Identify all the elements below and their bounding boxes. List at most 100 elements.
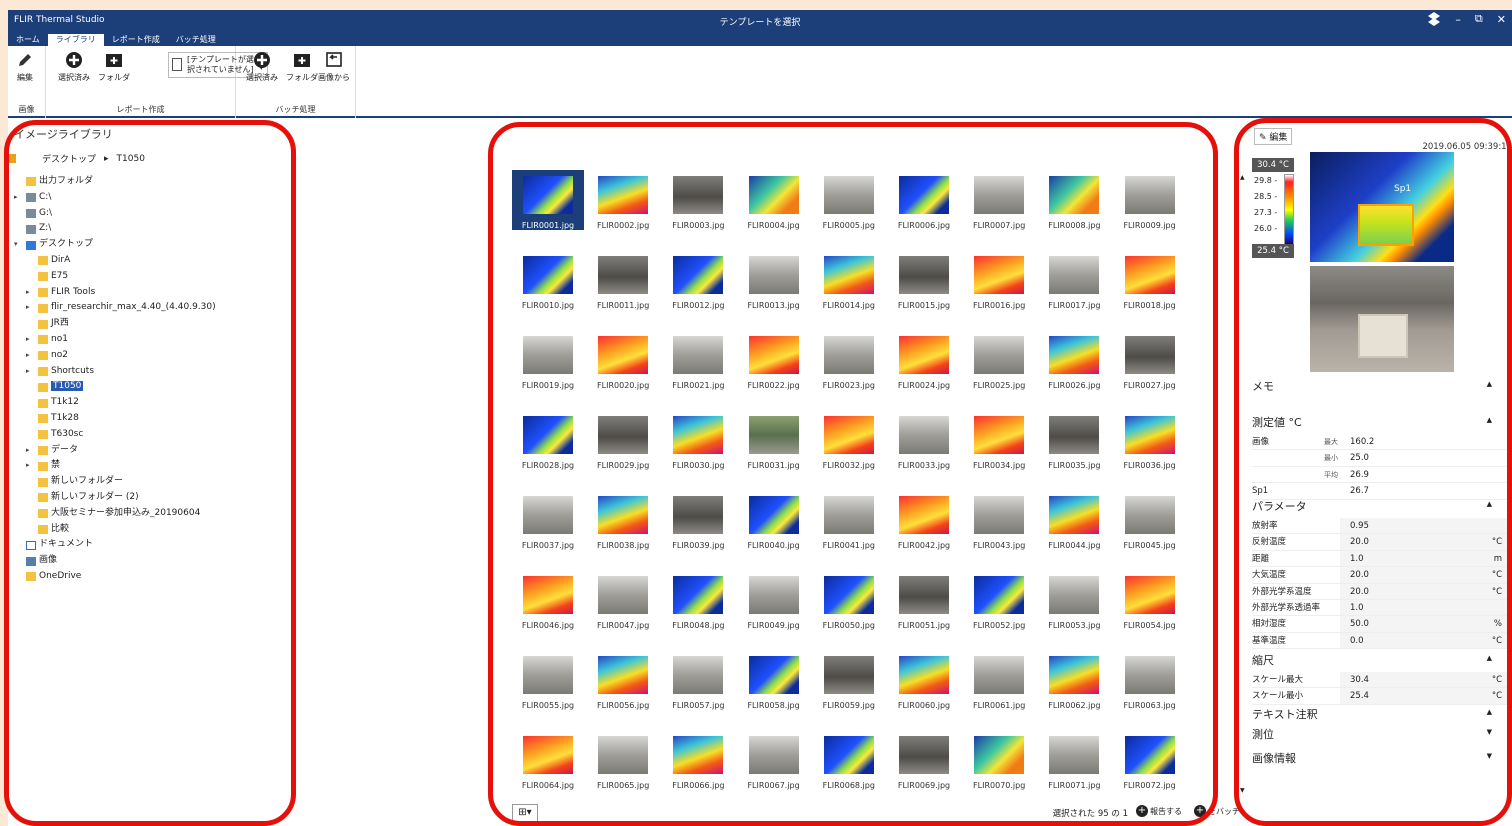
image-thumbnail[interactable]: FLIR0023.jpg (813, 330, 885, 390)
tree-item[interactable]: ▸ FLIR Tools (12, 285, 292, 301)
property-row[interactable]: 放射率 0.95 (1252, 518, 1508, 535)
tree-item[interactable]: G:\ (12, 206, 292, 222)
image-thumbnail[interactable]: FLIR0047.jpg (587, 570, 659, 630)
image-thumbnail[interactable]: FLIR0058.jpg (738, 650, 810, 710)
chevron-right-icon[interactable]: ▸ (14, 190, 22, 206)
image-thumbnail[interactable]: FLIR0072.jpg (1114, 730, 1186, 790)
image-thumbnail[interactable]: FLIR0066.jpg (662, 730, 734, 790)
image-thumbnail[interactable]: FLIR0055.jpg (512, 650, 584, 710)
chevron-right-icon[interactable]: ▸ (26, 300, 34, 316)
image-thumbnail[interactable]: FLIR0027.jpg (1114, 330, 1186, 390)
measure-section-header[interactable]: 測位 ▼ (1252, 726, 1502, 742)
image-thumbnail[interactable]: FLIR0029.jpg (587, 410, 659, 470)
tree-item[interactable]: T1k28 (12, 411, 292, 427)
image-thumbnail[interactable]: FLIR0009.jpg (1114, 170, 1186, 230)
property-row[interactable]: 外部光学系透過率 1.0 (1252, 600, 1508, 617)
restore-button[interactable]: ⧉ (1475, 12, 1483, 26)
image-thumbnail[interactable]: FLIR0061.jpg (963, 650, 1035, 710)
image-thumbnail[interactable]: FLIR0002.jpg (587, 170, 659, 230)
tree-item[interactable]: 新しいフォルダー (2) (12, 490, 292, 506)
image-thumbnail[interactable]: FLIR0003.jpg (662, 170, 734, 230)
image-thumbnail[interactable]: FLIR0048.jpg (662, 570, 734, 630)
image-thumbnail[interactable]: FLIR0012.jpg (662, 250, 734, 310)
image-thumbnail[interactable]: FLIR0025.jpg (963, 330, 1035, 390)
image-thumbnail[interactable]: FLIR0052.jpg (963, 570, 1035, 630)
image-thumbnail[interactable]: FLIR0056.jpg (587, 650, 659, 710)
property-row[interactable]: スケール最小 25.4 °C (1252, 688, 1508, 705)
report-selected-button[interactable]: 選択済み (58, 51, 90, 83)
tree-item[interactable]: 比較 (12, 522, 292, 538)
batch-from-image-button[interactable]: 画像から (318, 51, 350, 83)
image-thumbnail[interactable]: FLIR0030.jpg (662, 410, 734, 470)
image-thumbnail[interactable]: FLIR0004.jpg (738, 170, 810, 230)
measurements-section-header[interactable]: 測定値 °C ▲ (1252, 414, 1502, 430)
memo-section-header[interactable]: メモ ▲ (1252, 378, 1502, 394)
image-thumbnail[interactable]: FLIR0044.jpg (1038, 490, 1110, 550)
image-thumbnail[interactable]: FLIR0007.jpg (963, 170, 1035, 230)
image-thumbnail[interactable]: FLIR0068.jpg (813, 730, 885, 790)
batch-folder-button[interactable]: フォルダ (286, 51, 318, 83)
tree-item[interactable]: ▸ データ (12, 443, 292, 459)
scale-section-header[interactable]: 縮尺 ▲ (1252, 652, 1502, 668)
text-annotation-section-header[interactable]: テキスト注釈 ▲ (1252, 706, 1502, 722)
image-thumbnail[interactable]: FLIR0022.jpg (738, 330, 810, 390)
close-button[interactable]: ✕ (1497, 13, 1506, 26)
visual-preview-image[interactable] (1310, 266, 1454, 372)
image-thumbnail[interactable]: FLIR0053.jpg (1038, 570, 1110, 630)
image-thumbnail[interactable]: FLIR0049.jpg (738, 570, 810, 630)
image-thumbnail[interactable]: FLIR0041.jpg (813, 490, 885, 550)
image-thumbnail[interactable]: FLIR0067.jpg (738, 730, 810, 790)
image-thumbnail[interactable]: FLIR0039.jpg (662, 490, 734, 550)
tree-item[interactable]: E75 (12, 269, 292, 285)
tree-item[interactable]: JR西 (12, 316, 292, 332)
chevron-right-icon[interactable]: ▸ (26, 348, 34, 364)
image-thumbnail[interactable]: FLIR0001.jpg (512, 170, 584, 230)
image-thumbnail[interactable]: FLIR0062.jpg (1038, 650, 1110, 710)
edit-button[interactable]: ✎ 編集 (1254, 128, 1293, 145)
property-row[interactable]: 距離 1.0 m (1252, 550, 1508, 568)
tab-report[interactable]: レポート作成 (104, 34, 168, 46)
image-thumbnail[interactable]: FLIR0013.jpg (738, 250, 810, 310)
property-row[interactable]: スケール最大 30.4 °C (1252, 672, 1508, 689)
image-thumbnail[interactable]: FLIR0005.jpg (813, 170, 885, 230)
property-row[interactable]: 外部光学系温度 20.0 °C (1252, 583, 1508, 600)
property-row[interactable]: 相対湿度 50.0% (1252, 616, 1508, 633)
tree-item[interactable]: ▸ Shortcuts (12, 364, 292, 380)
tree-item[interactable]: ▸ C:\ (12, 190, 292, 206)
image-thumbnail[interactable]: FLIR0021.jpg (662, 330, 734, 390)
image-thumbnail[interactable]: FLIR0040.jpg (738, 490, 810, 550)
tree-item[interactable]: ▸ no2 (12, 348, 292, 364)
tree-item[interactable]: T1k12 (12, 395, 292, 411)
image-thumbnail[interactable]: FLIR0059.jpg (813, 650, 885, 710)
image-info-section-header[interactable]: 画像情報 ▼ (1252, 750, 1502, 766)
image-thumbnail[interactable]: FLIR0032.jpg (813, 410, 885, 470)
image-thumbnail[interactable]: FLIR0014.jpg (813, 250, 885, 310)
parameters-section-header[interactable]: パラメータ ▲ (1252, 498, 1502, 514)
tree-item[interactable]: ▸ no1 (12, 332, 292, 348)
tree-item[interactable]: Z:\ (12, 221, 292, 237)
chevron-right-icon[interactable]: ▸ (26, 364, 34, 380)
image-thumbnail[interactable]: FLIR0050.jpg (813, 570, 885, 630)
image-thumbnail[interactable]: FLIR0057.jpg (662, 650, 734, 710)
thermal-preview-image[interactable]: Sp1 (1310, 152, 1454, 262)
tab-home[interactable]: ホーム (8, 34, 48, 46)
property-row[interactable]: 大気温度 20.0 °C (1252, 567, 1508, 584)
image-thumbnail[interactable]: FLIR0011.jpg (587, 250, 659, 310)
add-to-report-button[interactable]: + 報告する (1136, 805, 1182, 817)
chevron-right-icon[interactable]: ▸ (26, 443, 34, 459)
image-thumbnail[interactable]: FLIR0046.jpg (512, 570, 584, 630)
image-thumbnail[interactable]: FLIR0037.jpg (512, 490, 584, 550)
image-thumbnail[interactable]: FLIR0063.jpg (1114, 650, 1186, 710)
image-thumbnail[interactable]: FLIR0051.jpg (888, 570, 960, 630)
image-thumbnail[interactable]: FLIR0018.jpg (1114, 250, 1186, 310)
batch-selected-button[interactable]: 選択済み (246, 51, 278, 83)
image-thumbnail[interactable]: FLIR0060.jpg (888, 650, 960, 710)
image-thumbnail[interactable]: FLIR0019.jpg (512, 330, 584, 390)
add-to-batch-button[interactable]: + をバッチ (1194, 805, 1240, 817)
minimize-button[interactable]: – (1455, 13, 1461, 26)
image-thumbnail[interactable]: FLIR0006.jpg (888, 170, 960, 230)
property-row[interactable]: 反射温度 20.0 °C (1252, 534, 1508, 551)
grid-scrollbar[interactable]: ▲ ▼ (1240, 174, 1246, 794)
tree-item[interactable]: 新しいフォルダー (12, 474, 292, 490)
image-thumbnail[interactable]: FLIR0020.jpg (587, 330, 659, 390)
